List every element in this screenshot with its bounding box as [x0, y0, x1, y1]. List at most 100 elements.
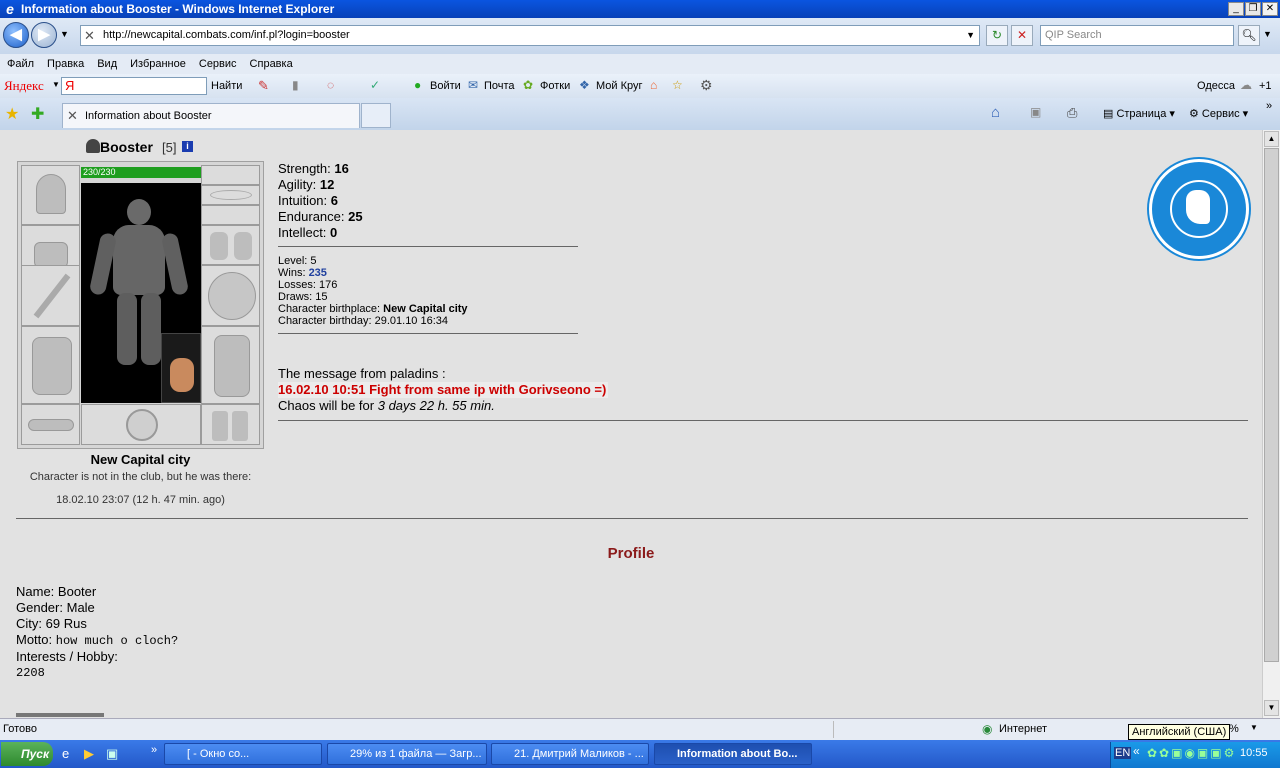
scroll-thumb[interactable] — [1264, 148, 1279, 662]
start-button[interactable]: Пуск — [1, 742, 53, 766]
add-favorites-icon[interactable]: ✚ — [31, 104, 44, 124]
club-note: Character is not in the club, but he was… — [29, 471, 252, 483]
stat-intuition: Intuition: 6 — [278, 193, 339, 208]
print-icon[interactable]: ⎙ — [1067, 105, 1077, 121]
settings-gear-icon[interactable]: ⚙ — [700, 77, 713, 94]
info-draws: Draws: 15 — [278, 291, 328, 303]
language-indicator[interactable]: EN — [1114, 747, 1132, 759]
last-seen: 18.02.10 23:07 (12 h. 47 min. ago) — [56, 494, 225, 506]
home-icon[interactable]: ⌂ — [991, 104, 1000, 121]
minimize-button[interactable]: _ — [1228, 2, 1244, 16]
menu-edit[interactable]: Правка — [47, 58, 84, 70]
character-name[interactable]: Booster — [100, 139, 153, 155]
vertical-scrollbar[interactable]: ▲ ▼ — [1262, 130, 1280, 718]
amulet-slot[interactable] — [201, 185, 260, 205]
signal-bars-icon[interactable]: ▮ — [292, 78, 299, 92]
task-ie-active[interactable]: Information about Bo... — [654, 743, 812, 765]
back-button[interactable]: ◀ — [3, 22, 29, 48]
window-title: Information about Booster - Windows Inte… — [21, 2, 335, 16]
quicklaunch-more-icon[interactable]: » — [151, 744, 157, 756]
address-input[interactable]: ✕ http://newcapital.combats.com/inf.pl?l… — [80, 25, 980, 46]
weather-city[interactable]: Одесса — [1197, 80, 1235, 92]
profile-gender: Gender: Male — [16, 600, 95, 615]
task-window-1[interactable]: [ - Окно co... — [164, 743, 322, 765]
yandex-circle-link[interactable]: Мой Круг — [596, 80, 643, 92]
spellcheck-icon[interactable]: ✎ — [258, 78, 269, 94]
scroll-down-icon[interactable]: ▼ — [1264, 700, 1279, 716]
maximize-button[interactable]: ❐ — [1245, 2, 1261, 16]
yandex-mail-link[interactable]: Почта — [484, 80, 515, 92]
tab-page-icon: ✕ — [67, 108, 78, 123]
speech-bubble-icon[interactable]: ◌ — [327, 78, 334, 92]
address-url: http://newcapital.combats.com/inf.pl?log… — [103, 29, 350, 41]
yandex-logo[interactable]: Яндекс — [4, 78, 44, 94]
page-menu[interactable]: ▤ Страница ▾ — [1103, 107, 1175, 120]
earrings-slot[interactable] — [201, 165, 260, 185]
hp-bar: 230/230 — [81, 167, 201, 178]
stat-agility: Agility: 12 — [278, 177, 335, 192]
favorites-star-icon[interactable]: ★ — [5, 104, 19, 124]
yandex-find-button[interactable]: Найти — [211, 80, 242, 92]
tools-menu[interactable]: ⚙ Сервис ▾ — [1189, 107, 1248, 120]
close-button[interactable]: ✕ — [1262, 2, 1278, 16]
stop-button[interactable]: ✕ — [1011, 25, 1033, 46]
menu-view[interactable]: Вид — [97, 58, 117, 70]
gloves-slot[interactable] — [201, 225, 260, 265]
quicklaunch-ie-icon[interactable]: e — [62, 746, 69, 761]
emblem-slot[interactable] — [81, 404, 201, 445]
status-text: Готово — [3, 723, 37, 735]
refresh-button[interactable]: ↻ — [986, 25, 1008, 46]
paladins-message: 16.02.10 10:51 Fight from same ip with G… — [278, 382, 609, 398]
task-music[interactable]: 21. Дмитрий Маликов - ... — [491, 743, 649, 765]
menu-help[interactable]: Справка — [250, 58, 293, 70]
menu-file[interactable]: Файл — [7, 58, 34, 70]
belt-slot[interactable] — [21, 404, 80, 445]
tray-expand-icon[interactable]: « — [1133, 744, 1140, 758]
address-dropdown-icon[interactable]: ▼ — [966, 26, 975, 45]
tab-info-booster[interactable]: ✕ Information about Booster — [62, 103, 360, 128]
wins-link[interactable]: 235 — [309, 267, 327, 279]
status-bar: Готово ◉ Интернет % ▼ — [0, 718, 1280, 740]
yandex-photos-link[interactable]: Фотки — [540, 80, 570, 92]
search-button[interactable]: 🔍︎ — [1238, 25, 1260, 46]
leggings-slot[interactable] — [201, 326, 260, 404]
info-divider — [278, 333, 578, 334]
boots-slot[interactable] — [201, 404, 260, 445]
scroll-up-icon[interactable]: ▲ — [1264, 131, 1279, 147]
history-dropdown-icon[interactable]: ▼ — [60, 29, 69, 39]
new-tab-button[interactable] — [361, 103, 391, 128]
search-input[interactable]: QIP Search — [1040, 25, 1234, 46]
yandex-dropdown-icon[interactable]: ▼ — [52, 80, 60, 89]
feeds-icon[interactable]: ▣ — [1030, 105, 1041, 119]
info-icon[interactable]: i — [182, 141, 193, 152]
yandex-login-link[interactable]: Войти — [430, 80, 461, 92]
forward-button[interactable]: ▶ — [31, 22, 57, 48]
tray-icons[interactable]: ✿✿▣◉▣▣⚙ — [1147, 746, 1236, 760]
quicklaunch-desktop-icon[interactable]: ▣ — [106, 746, 118, 762]
star-plus-icon[interactable]: ☆ — [672, 78, 683, 92]
helmet-slot[interactable] — [21, 165, 80, 225]
zoom-dropdown-icon[interactable]: ▼ — [1250, 723, 1258, 732]
horizontal-scroll-thumb[interactable] — [16, 713, 104, 717]
pet-image[interactable] — [161, 333, 201, 403]
more-chevron-icon[interactable]: » — [1266, 100, 1272, 112]
quicklaunch-media-icon[interactable]: ▶ — [84, 746, 94, 762]
shield-slot[interactable] — [201, 265, 260, 326]
clan-skull-icon — [86, 139, 100, 153]
zoom-tail[interactable]: % — [1229, 723, 1239, 735]
armor-slot[interactable] — [21, 326, 80, 404]
home-plus-icon[interactable]: ⌂ — [650, 78, 657, 92]
yandex-search-input[interactable]: Я — [61, 77, 207, 95]
search-options-icon[interactable]: ▼ — [1263, 29, 1272, 39]
stat-endurance: Endurance: 25 — [278, 209, 363, 224]
task-download[interactable]: 29% из 1 файла — Загр... — [327, 743, 487, 765]
menu-tools[interactable]: Сервис — [199, 58, 237, 70]
rings-slot[interactable] — [201, 205, 260, 225]
mail-icon: ✉ — [468, 78, 479, 92]
check-icon[interactable]: ✓ — [370, 78, 380, 92]
paladins-heading: The message from paladins : — [278, 366, 446, 381]
weapon-slot[interactable] — [21, 265, 80, 326]
equipment-panel: 230/230 — [17, 161, 264, 449]
yandex-toolbar: Яндекс ▼ Я Найти ✎ ▮ ◌ ✓ ● Войти ✉ Почта… — [0, 74, 1280, 98]
menu-favorites[interactable]: Избранное — [130, 58, 186, 70]
